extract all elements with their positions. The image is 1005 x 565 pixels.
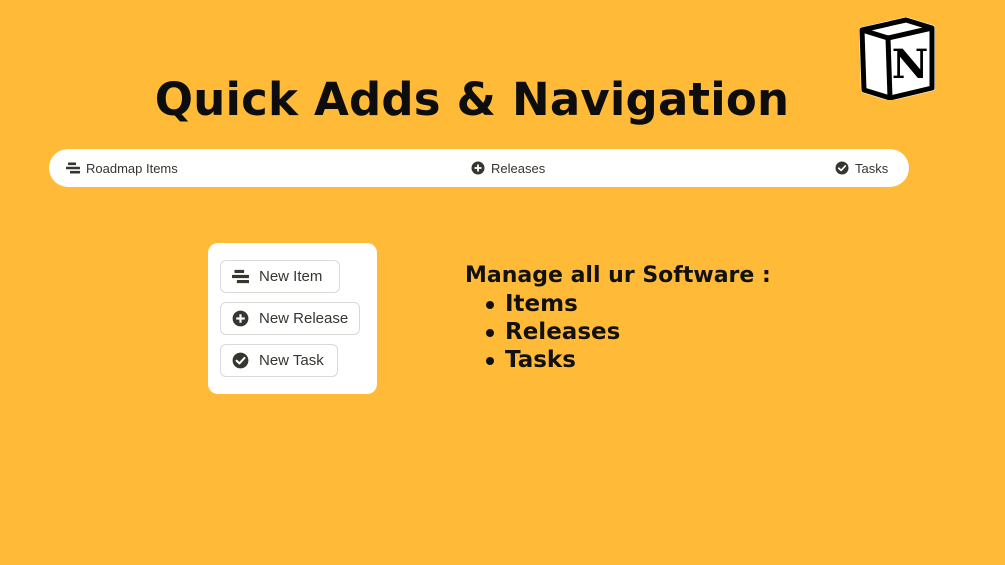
quick-add-card: New Item New Release New Task [208, 243, 377, 394]
roadmap-lines-icon [66, 161, 80, 175]
roadmap-lines-icon [232, 268, 249, 285]
check-circle-icon [232, 352, 249, 369]
list-item: Tasks [465, 346, 771, 374]
check-circle-icon [835, 161, 849, 175]
description-heading: Manage all ur Software : [465, 263, 771, 288]
list-item: Releases [465, 318, 771, 346]
list-item-text: Tasks [505, 347, 576, 373]
button-label: New Release [259, 310, 349, 327]
nav-item-roadmap-items[interactable]: Roadmap Items [66, 149, 178, 187]
nav-bar: Roadmap Items Releases Tasks [49, 149, 909, 187]
plus-circle-icon [471, 161, 485, 175]
page-title: Quick Adds & Navigation [154, 73, 790, 127]
nav-item-label: Roadmap Items [86, 160, 178, 176]
button-label: New Item [259, 268, 323, 285]
new-release-button[interactable]: New Release [220, 302, 360, 335]
bullet-icon [486, 301, 494, 309]
list-item: Items [465, 290, 771, 318]
description-block: Manage all ur Software : Items Releases … [465, 262, 771, 374]
plus-circle-icon [232, 310, 249, 327]
bullet-icon [486, 329, 494, 337]
nav-item-label: Releases [491, 160, 546, 176]
button-label: New Task [259, 352, 324, 369]
list-item-text: Items [505, 291, 578, 317]
notion-logo-icon: N [859, 17, 935, 100]
list-item-text: Releases [505, 319, 621, 345]
svg-text:N: N [892, 41, 929, 88]
new-task-button[interactable]: New Task [220, 344, 338, 377]
nav-item-tasks[interactable]: Tasks [835, 149, 888, 187]
bullet-icon [486, 357, 494, 365]
nav-item-label: Tasks [855, 160, 889, 176]
feature-list: Items Releases Tasks [465, 290, 771, 374]
nav-item-releases[interactable]: Releases [471, 149, 545, 187]
new-item-button[interactable]: New Item [220, 260, 340, 293]
